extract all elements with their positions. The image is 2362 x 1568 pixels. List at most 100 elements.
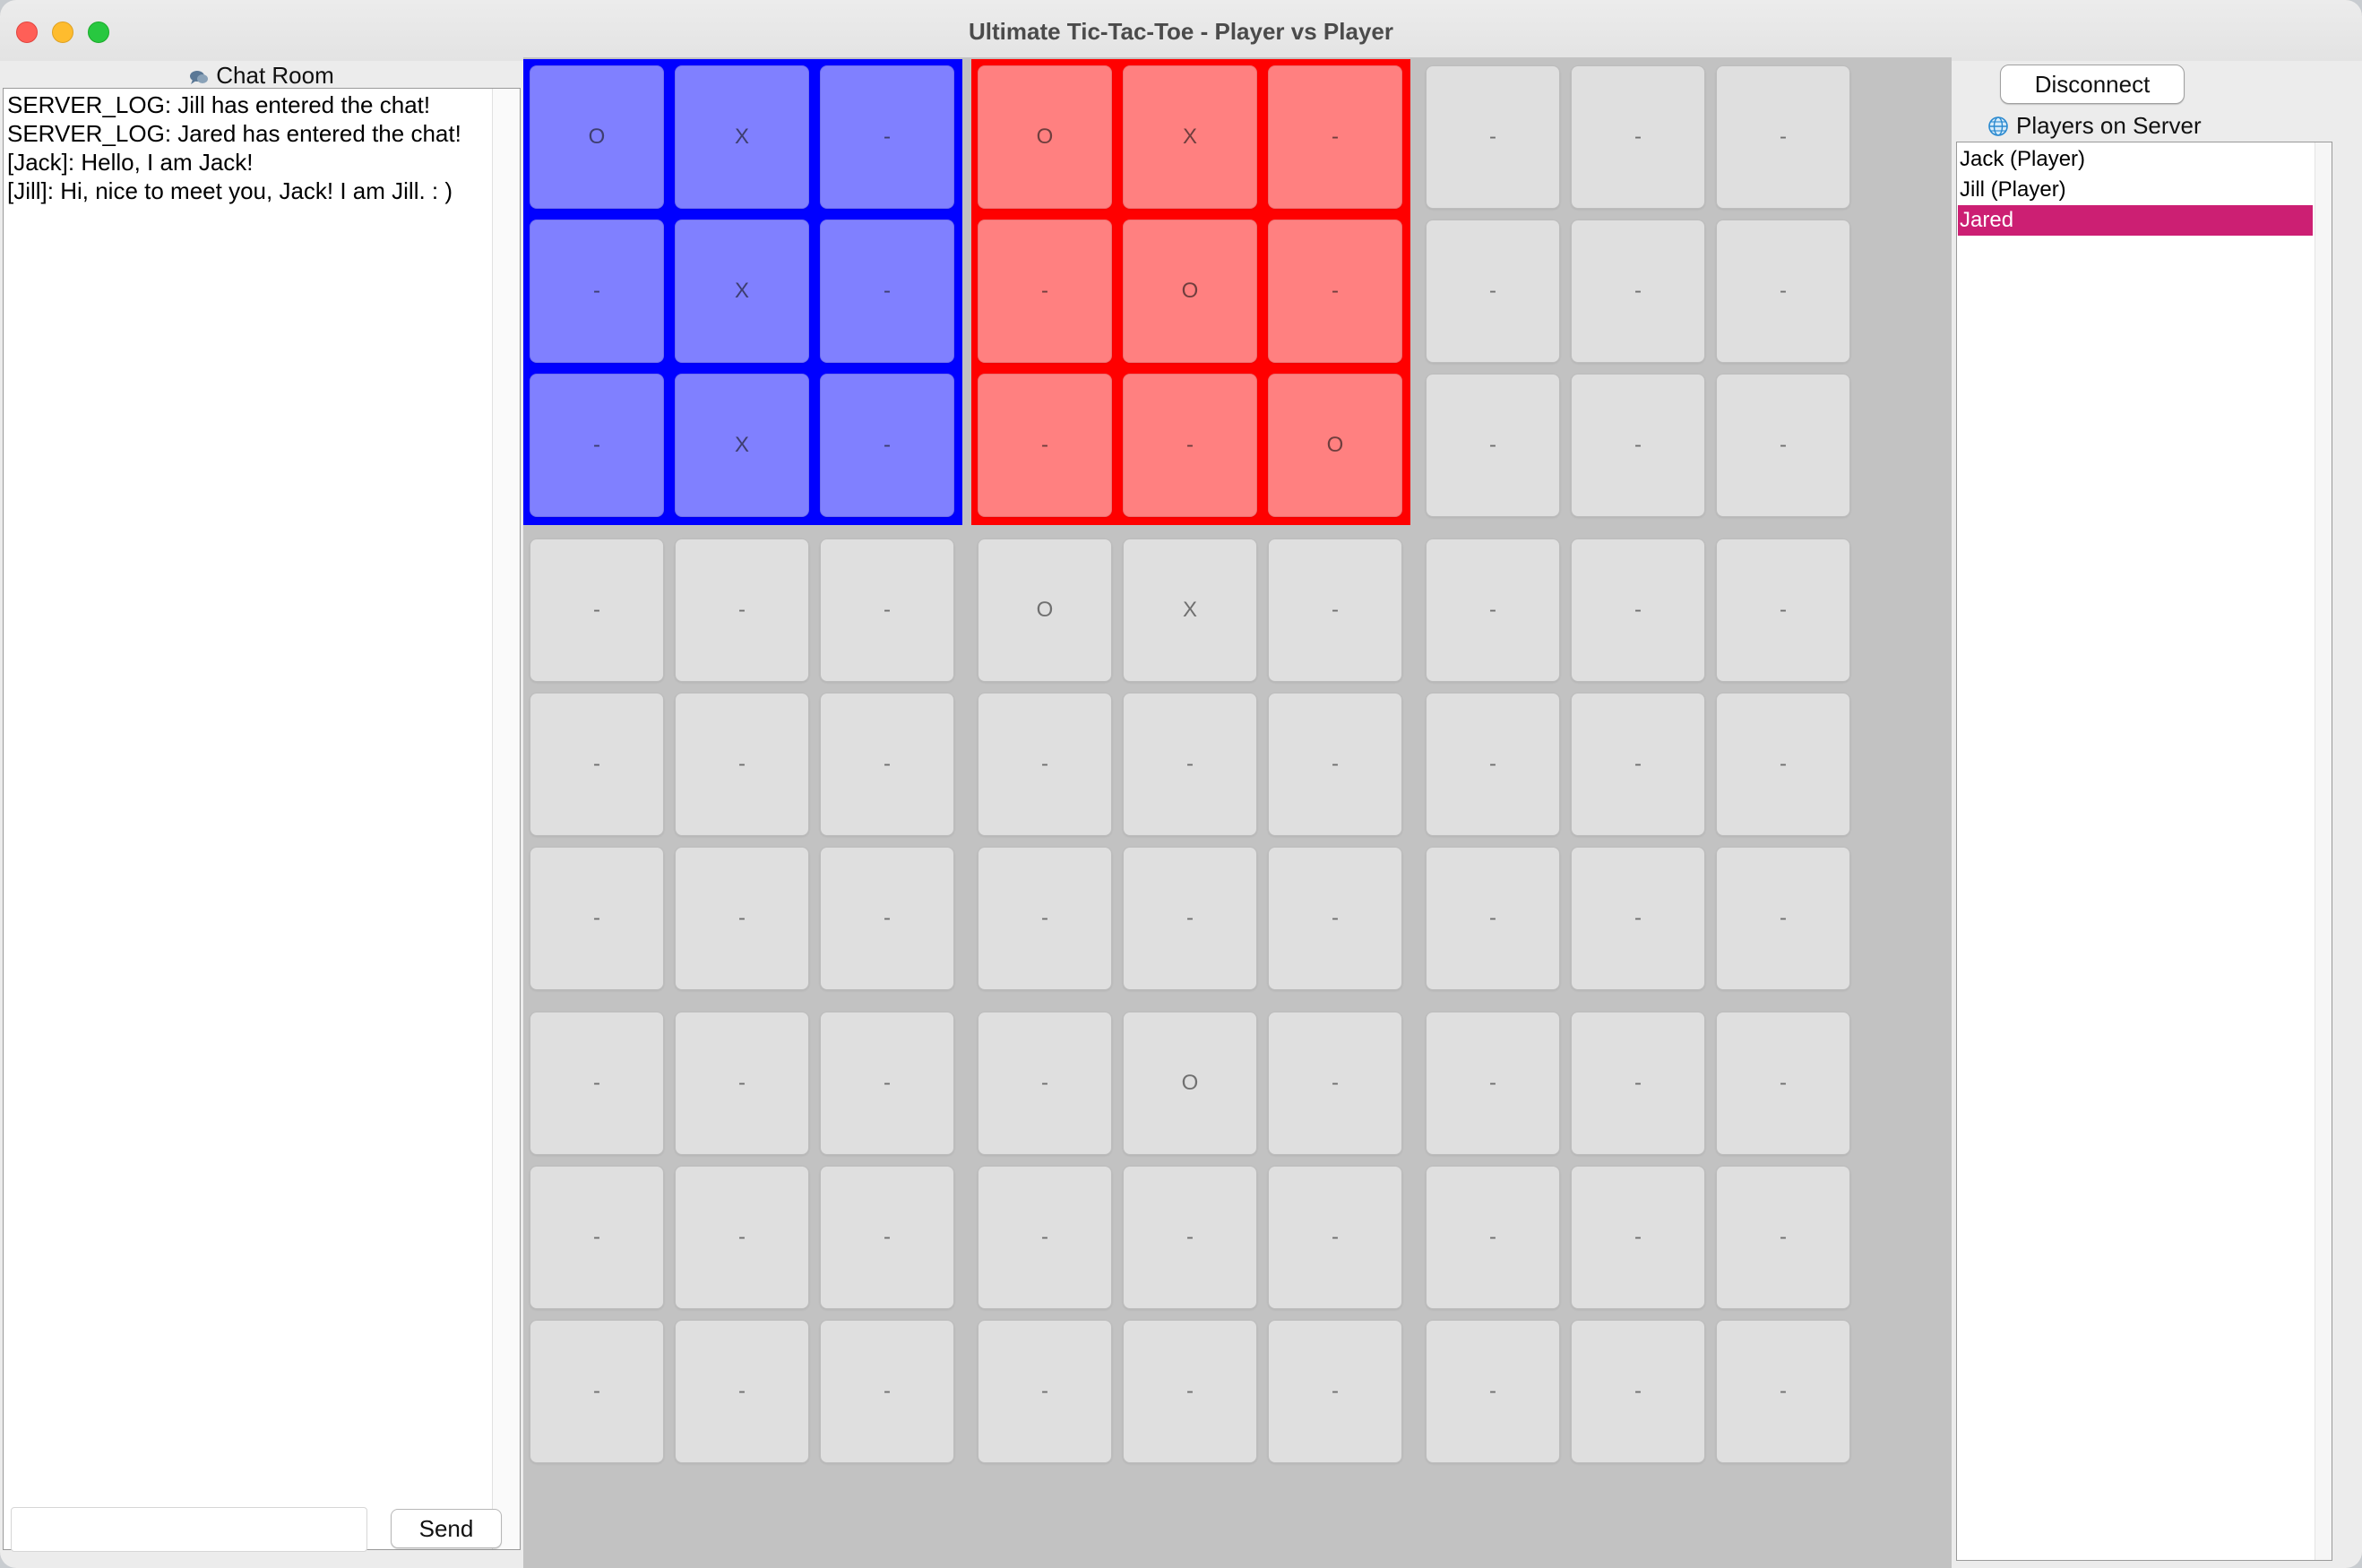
board-cell[interactable]: - xyxy=(820,374,954,517)
board-cell[interactable]: O xyxy=(1123,1012,1257,1155)
board-cell[interactable]: - xyxy=(675,693,809,836)
board-cell[interactable]: X xyxy=(675,65,809,209)
board-cell[interactable]: - xyxy=(1268,1320,1402,1463)
board-cell[interactable]: - xyxy=(1426,220,1560,363)
board-cell[interactable]: - xyxy=(1716,538,1850,682)
board-cell[interactable]: - xyxy=(675,1320,809,1463)
board-cell[interactable]: - xyxy=(675,1166,809,1309)
board-cell[interactable]: - xyxy=(1123,1166,1257,1309)
players-header: Players on Server xyxy=(1987,111,2202,140)
board-cell[interactable]: - xyxy=(978,374,1112,517)
board-cell[interactable]: - xyxy=(978,847,1112,990)
board-cell[interactable]: - xyxy=(1716,1320,1850,1463)
board-cell[interactable]: - xyxy=(530,693,664,836)
board-cell[interactable]: - xyxy=(530,1166,664,1309)
board-cell[interactable]: - xyxy=(1268,693,1402,836)
board-cell[interactable]: - xyxy=(820,65,954,209)
players-on-server-title: Players on Server xyxy=(2016,112,2202,139)
board-cell[interactable]: - xyxy=(820,538,954,682)
board-cell[interactable]: - xyxy=(1268,538,1402,682)
players-panel: Disconnect Players on Server Jack (Playe… xyxy=(1952,61,2362,1568)
chat-room-title: Chat Room xyxy=(216,62,334,89)
board-cell[interactable]: - xyxy=(978,1320,1112,1463)
board-cell[interactable]: - xyxy=(820,1166,954,1309)
board-cell[interactable]: X xyxy=(675,220,809,363)
board-cell[interactable]: - xyxy=(978,220,1112,363)
board-cell[interactable]: - xyxy=(530,538,664,682)
board-cell[interactable]: - xyxy=(1716,374,1850,517)
player-list-item[interactable]: Jill (Player) xyxy=(1958,175,2313,205)
board-cell[interactable]: - xyxy=(530,1320,664,1463)
board-cell[interactable]: - xyxy=(1716,693,1850,836)
player-list-item[interactable]: Jack (Player) xyxy=(1958,144,2313,175)
board-cell[interactable]: - xyxy=(1426,538,1560,682)
board-cell[interactable]: X xyxy=(1123,538,1257,682)
board-cell[interactable]: - xyxy=(978,1166,1112,1309)
board-cell[interactable]: - xyxy=(820,220,954,363)
board-cell[interactable]: - xyxy=(1426,847,1560,990)
board-cell[interactable]: - xyxy=(1571,693,1705,836)
board-cell[interactable]: - xyxy=(1426,1012,1560,1155)
board-cell[interactable]: O xyxy=(978,538,1112,682)
board-cell[interactable]: - xyxy=(675,847,809,990)
player-list-item[interactable]: Jared xyxy=(1958,205,2313,236)
chat-log[interactable]: SERVER_LOG: Jill has entered the chat! S… xyxy=(3,88,521,1550)
board-cell[interactable]: - xyxy=(1268,220,1402,363)
board-cell[interactable]: - xyxy=(1716,847,1850,990)
board-cell[interactable]: - xyxy=(1571,847,1705,990)
board-cell[interactable]: X xyxy=(675,374,809,517)
board-cell[interactable]: X xyxy=(1123,65,1257,209)
send-button[interactable]: Send xyxy=(391,1509,502,1548)
board-cell[interactable]: - xyxy=(1268,1012,1402,1155)
board-cell[interactable]: - xyxy=(1716,1166,1850,1309)
board-cell[interactable]: - xyxy=(820,847,954,990)
board-cell[interactable]: - xyxy=(1268,1166,1402,1309)
chat-scrollbar[interactable] xyxy=(492,89,520,1549)
board-cell[interactable]: - xyxy=(1123,693,1257,836)
chat-messages: SERVER_LOG: Jill has entered the chat! S… xyxy=(7,90,491,205)
board-cell[interactable]: - xyxy=(820,1012,954,1155)
players-list[interactable]: Jack (Player) Jill (Player) Jared xyxy=(1956,142,2332,1561)
board-cell[interactable]: O xyxy=(530,65,664,209)
board-cell[interactable]: O xyxy=(978,65,1112,209)
board-cell[interactable]: O xyxy=(1268,374,1402,517)
chat-message: SERVER_LOG: Jared has entered the chat! xyxy=(7,120,461,147)
board-cell[interactable]: - xyxy=(1716,65,1850,209)
board-cell[interactable]: - xyxy=(1571,1012,1705,1155)
board-cell[interactable]: - xyxy=(530,374,664,517)
board-cell[interactable]: - xyxy=(1716,220,1850,363)
board-cell[interactable]: - xyxy=(978,693,1112,836)
board-cell[interactable]: - xyxy=(675,538,809,682)
disconnect-button[interactable]: Disconnect xyxy=(2000,65,2185,104)
board-cell[interactable]: - xyxy=(675,1012,809,1155)
board-cell[interactable]: - xyxy=(978,1012,1112,1155)
chat-room-header: Chat Room xyxy=(0,61,523,89)
board-cell[interactable]: - xyxy=(530,847,664,990)
title-bar: Ultimate Tic-Tac-Toe - Player vs Player xyxy=(0,0,2362,62)
board-cell[interactable]: - xyxy=(1426,1166,1560,1309)
board-cell[interactable]: - xyxy=(530,1012,664,1155)
board-cell[interactable]: - xyxy=(1571,1320,1705,1463)
players-scrollbar[interactable] xyxy=(2315,142,2332,1560)
board-cell[interactable]: - xyxy=(1268,65,1402,209)
board-cell[interactable]: - xyxy=(820,1320,954,1463)
board-cell[interactable]: - xyxy=(1426,1320,1560,1463)
board-cell[interactable]: - xyxy=(1571,65,1705,209)
board-cell[interactable]: - xyxy=(1426,374,1560,517)
board-cell[interactable]: - xyxy=(530,220,664,363)
board-cell[interactable]: - xyxy=(1426,65,1560,209)
board-cell[interactable]: - xyxy=(1268,847,1402,990)
board-cell[interactable]: - xyxy=(820,693,954,836)
chat-message-input[interactable] xyxy=(11,1507,367,1552)
board-cell[interactable]: - xyxy=(1716,1012,1850,1155)
chat-message: [Jill]: Hi, nice to meet you, Jack! I am… xyxy=(7,177,453,204)
board-cell[interactable]: O xyxy=(1123,220,1257,363)
board-cell[interactable]: - xyxy=(1123,847,1257,990)
board-cell[interactable]: - xyxy=(1571,538,1705,682)
board-cell[interactable]: - xyxy=(1571,374,1705,517)
board-cell[interactable]: - xyxy=(1426,693,1560,836)
board-cell[interactable]: - xyxy=(1571,220,1705,363)
board-cell[interactable]: - xyxy=(1571,1166,1705,1309)
board-cell[interactable]: - xyxy=(1123,1320,1257,1463)
board-cell[interactable]: - xyxy=(1123,374,1257,517)
